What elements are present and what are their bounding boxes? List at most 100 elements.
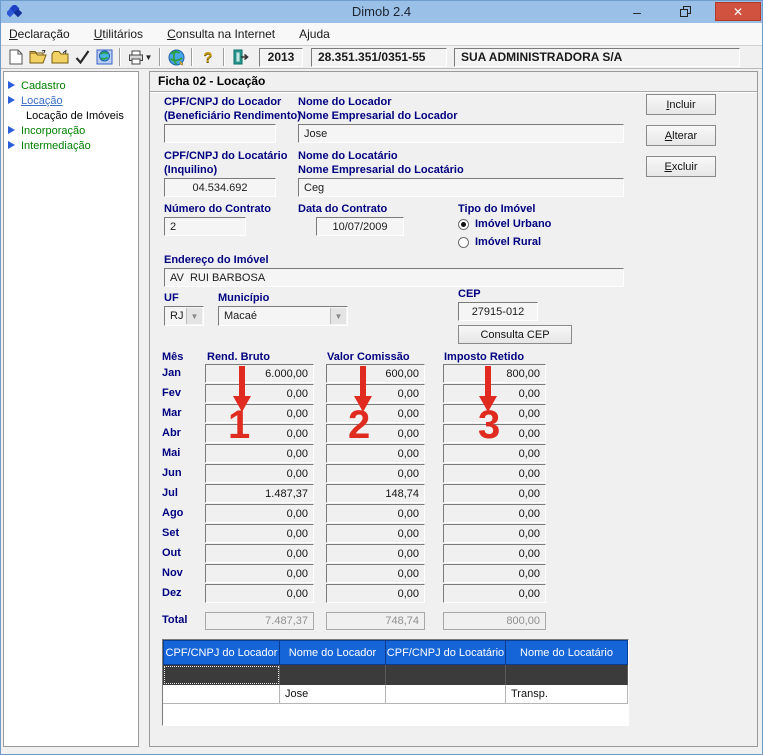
grid-cell[interactable] [163, 665, 280, 685]
month-row-jun: Jun0,000,000,00 [150, 464, 757, 483]
month-label: Out [162, 547, 181, 559]
radio-imovel-urbano[interactable]: Imóvel Urbano [458, 218, 551, 230]
internet-button[interactable] [165, 47, 187, 67]
imposto-retido-input[interactable]: 0,00 [443, 464, 546, 483]
print-button[interactable]: ▼ [125, 47, 155, 67]
municipio-value: Macaé [224, 310, 257, 322]
grid-cell[interactable] [386, 665, 506, 685]
menu-utilitarios[interactable]: Utilitários [94, 27, 143, 41]
grid-cell[interactable] [163, 685, 280, 704]
valor-comissao-input[interactable]: 0,00 [326, 544, 425, 563]
print-dropdown-icon[interactable]: ▼ [145, 53, 153, 62]
valor-comissao-input[interactable]: 0,00 [326, 444, 425, 463]
rend-bruto-input[interactable]: 0,00 [205, 564, 314, 583]
grid-cell[interactable] [506, 665, 628, 685]
grid-row-selected[interactable] [163, 665, 628, 685]
grid-cell[interactable]: Jose [280, 685, 386, 704]
rend-bruto-input[interactable]: 0,00 [205, 504, 314, 523]
consulta-cep-button[interactable]: Consulta CEP [458, 325, 572, 344]
uf-value: RJ [170, 310, 183, 322]
sidebar-item-cadastro[interactable]: Cadastro [4, 78, 138, 93]
imposto-retido-input[interactable]: 0,00 [443, 484, 546, 503]
open-folder-button[interactable] [27, 47, 49, 67]
locatario-cpf-input[interactable]: 04.534.692 [164, 178, 276, 197]
month-label: Jan [162, 367, 181, 379]
new-document-button[interactable] [5, 47, 27, 67]
label-locatario-cpf: CPF/CNPJ do Locatário [164, 150, 287, 162]
valor-comissao-input[interactable]: 0,00 [326, 464, 425, 483]
grid-cell[interactable]: Transp. [506, 685, 628, 704]
sidebar-item-locacao-de-imoveis[interactable]: Locação de Imóveis [4, 108, 138, 123]
imposto-retido-input[interactable]: 0,00 [443, 584, 546, 603]
sidebar-item-incorporacao[interactable]: Incorporação [4, 123, 138, 138]
valor-comissao-input[interactable]: 0,00 [326, 424, 425, 443]
company-field[interactable]: SUA ADMINISTRADORA S/A [454, 48, 740, 67]
imposto-retido-input[interactable]: 0,00 [443, 564, 546, 583]
municipio-select[interactable]: Macaé ▼ [218, 306, 348, 326]
excluir-button[interactable]: Excluir [646, 156, 716, 177]
locador-nome-input[interactable]: Jose [298, 124, 624, 143]
label-locador-nome-2: Nome Empresarial do Locador [298, 110, 458, 122]
grid-header-cpf-locador[interactable]: CPF/CNPJ do Locador [163, 640, 280, 665]
grid-header-row: CPF/CNPJ do Locador Nome do Locador CPF/… [163, 640, 628, 665]
minimize-button[interactable]: – [622, 2, 652, 21]
annotation-number-2: 2 [348, 406, 370, 444]
valor-comissao-input[interactable]: 0,00 [326, 564, 425, 583]
menu-declaracao[interactable]: Declaração [9, 27, 70, 41]
valor-comissao-input[interactable]: 148,74 [326, 484, 425, 503]
valor-comissao-input[interactable]: 0,00 [326, 584, 425, 603]
valor-comissao-input[interactable]: 0,00 [326, 384, 425, 403]
alterar-button[interactable]: Alterar [646, 125, 716, 146]
rend-bruto-input[interactable]: 6.000,00 [205, 364, 314, 383]
close-button[interactable]: ✕ [715, 2, 761, 21]
imposto-retido-input[interactable]: 0,00 [443, 504, 546, 523]
rend-bruto-input[interactable]: 0,00 [205, 544, 314, 563]
restore-button[interactable] [670, 2, 700, 21]
help-button[interactable]: ? [197, 47, 219, 67]
grid-header-nome-locador[interactable]: Nome do Locador [280, 640, 386, 665]
year-field[interactable]: 2013 [259, 48, 303, 67]
valor-comissao-input[interactable]: 0,00 [326, 404, 425, 423]
label-locatario-cpf-2: (Inquilino) [164, 164, 217, 176]
exit-button[interactable] [229, 47, 251, 67]
rend-bruto-input[interactable]: 0,00 [205, 584, 314, 603]
valor-comissao-input[interactable]: 0,00 [326, 504, 425, 523]
data-contrato-input[interactable]: 10/07/2009 [316, 217, 404, 236]
grid-cell[interactable] [386, 685, 506, 704]
rend-bruto-input[interactable]: 0,00 [205, 384, 314, 403]
rend-bruto-input[interactable]: 0,00 [205, 444, 314, 463]
grid-header-cpf-locatario[interactable]: CPF/CNPJ do Locatário [386, 640, 506, 665]
rend-bruto-input[interactable]: 0,00 [205, 404, 314, 423]
grid-cell[interactable] [280, 665, 386, 685]
grid-row[interactable]: Jose Transp. [163, 685, 628, 704]
menu-consulta-internet[interactable]: Consulta na Internet [167, 27, 275, 41]
cnpj-field[interactable]: 28.351.351/0351-55 [311, 48, 447, 67]
locatario-nome-input[interactable]: Ceg [298, 178, 624, 197]
cep-input[interactable]: 27915-012 [458, 302, 538, 321]
imposto-retido-input[interactable]: 0,00 [443, 544, 546, 563]
grid-header-nome-locatario[interactable]: Nome do Locatário [506, 640, 628, 665]
endereco-input[interactable]: AV RUI BARBOSA [164, 268, 624, 287]
sidebar-item-locacao[interactable]: Locação [4, 93, 138, 108]
menu-ajuda[interactable]: Ajuda [299, 27, 330, 41]
records-grid[interactable]: CPF/CNPJ do Locador Nome do Locador CPF/… [162, 639, 629, 726]
imposto-retido-input[interactable]: 0,00 [443, 524, 546, 543]
sidebar-item-intermediacao[interactable]: Intermediação [4, 138, 138, 153]
uf-select[interactable]: RJ ▼ [164, 306, 204, 326]
rend-bruto-input[interactable]: 0,00 [205, 424, 314, 443]
valor-comissao-input[interactable]: 0,00 [326, 524, 425, 543]
toolbar-separator [191, 48, 193, 66]
numero-contrato-input[interactable]: 2 [164, 217, 246, 236]
locador-cpf-input[interactable] [164, 124, 276, 143]
valor-comissao-input[interactable]: 600,00 [326, 364, 425, 383]
radio-imovel-rural[interactable]: Imóvel Rural [458, 236, 541, 248]
sidebar-item-label: Intermediação [21, 140, 91, 152]
rend-bruto-input[interactable]: 0,00 [205, 464, 314, 483]
close-folder-button[interactable] [49, 47, 71, 67]
transmit-button[interactable] [93, 47, 115, 67]
incluir-button[interactable]: Incluir [646, 94, 716, 115]
rend-bruto-input[interactable]: 1.487,37 [205, 484, 314, 503]
rend-bruto-input[interactable]: 0,00 [205, 524, 314, 543]
month-label: Mar [162, 407, 182, 419]
validate-button[interactable] [71, 47, 93, 67]
